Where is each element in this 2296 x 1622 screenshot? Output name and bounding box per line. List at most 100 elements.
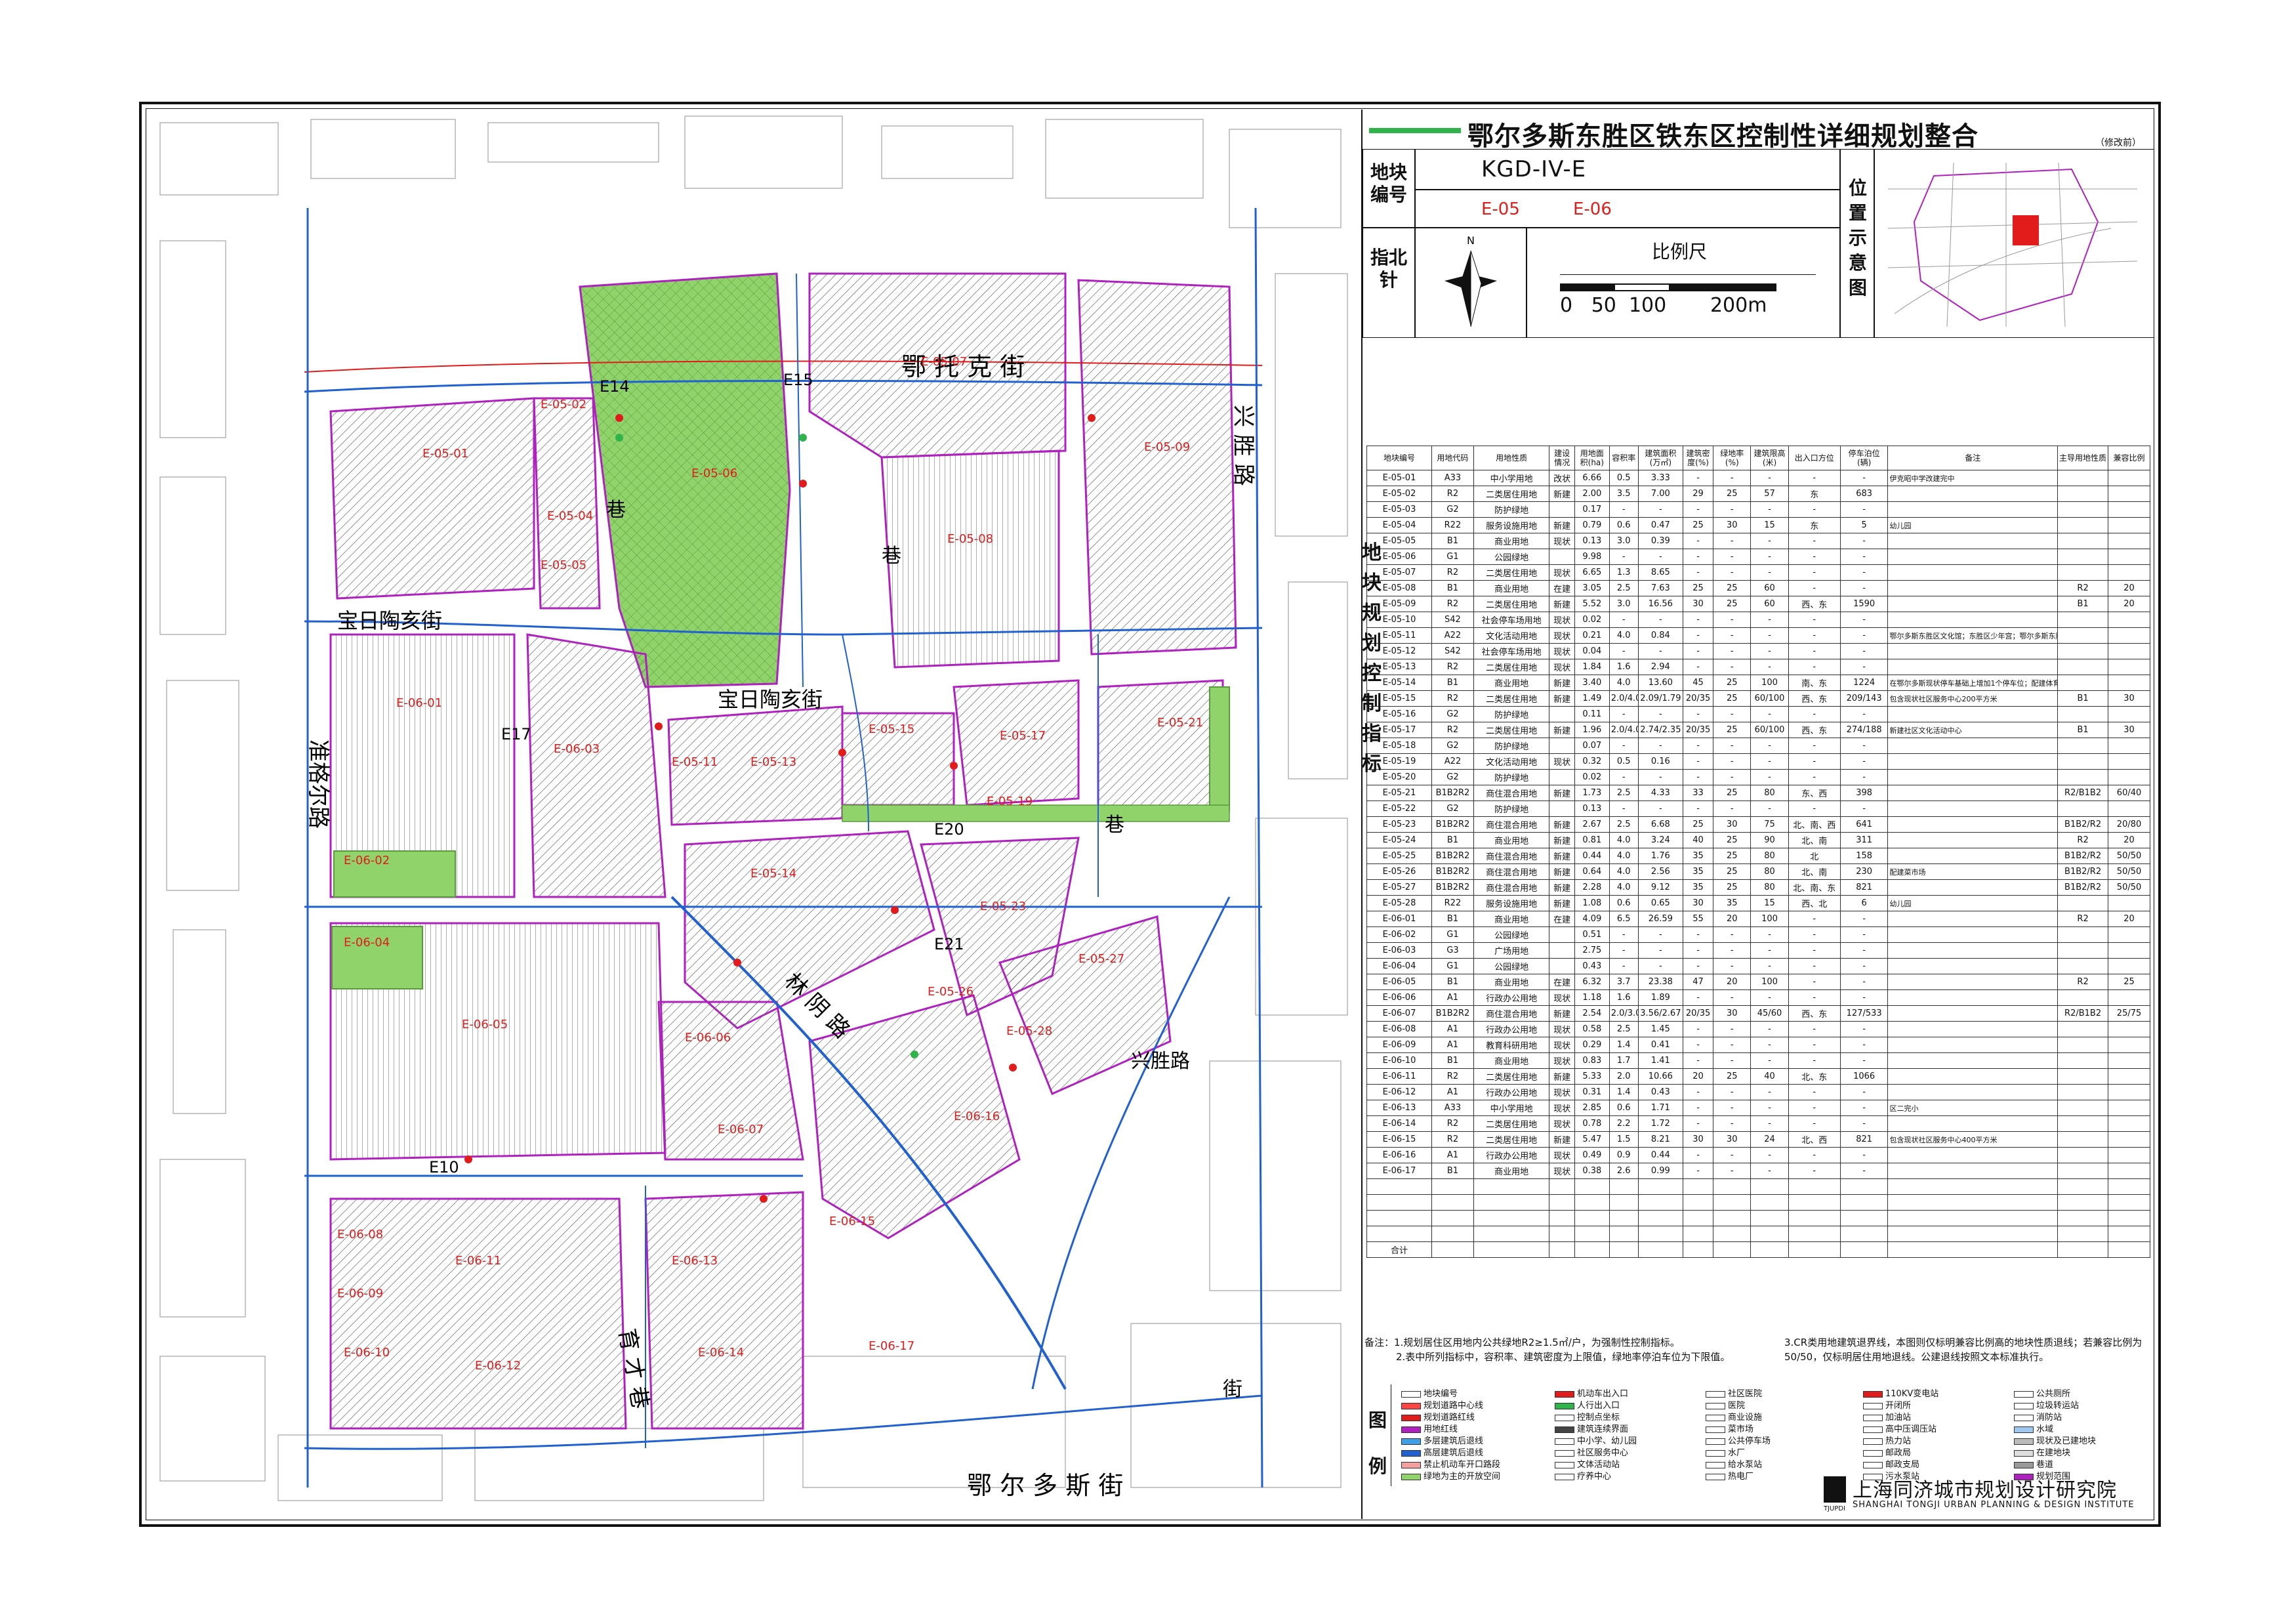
table-cell <box>2108 1084 2150 1100</box>
table-cell <box>1887 564 2059 581</box>
parcel-E-05-09[interactable] <box>1077 279 1237 655</box>
legend-label: 邮政局 <box>1885 1448 1912 1458</box>
legend-item: 商业设施 <box>1706 1412 1762 1423</box>
table-cell: R2 <box>1431 486 1474 502</box>
table-cell: - <box>1682 627 1714 644</box>
table-cell: 西、北 <box>1788 895 1841 911</box>
parcel-E-06-13[interactable] <box>644 1191 804 1430</box>
table-cell: E-05-21 <box>1366 785 1433 801</box>
north-arrow-icon: N <box>1445 234 1497 327</box>
table-cell: E-06-12 <box>1366 1084 1433 1100</box>
table-cell: A22 <box>1431 627 1474 644</box>
table-cell: 东、西 <box>1788 785 1841 801</box>
parcel-E-05-22[interactable] <box>1209 686 1230 812</box>
lane-label: E14 <box>600 377 630 396</box>
legend-label: 文体活动站 <box>1577 1460 1620 1470</box>
table-cell: - <box>1750 753 1789 770</box>
block-label: E-06-05 <box>462 1018 508 1031</box>
plan-code-cell: KGD-IV-E <box>1415 149 1840 190</box>
legend-label: 热力站 <box>1885 1436 1912 1446</box>
parcel-E-05-08[interactable] <box>880 449 1060 669</box>
block-label: E-06-02 <box>344 854 390 867</box>
table-cell: 新建 <box>1549 690 1575 707</box>
road-label: 兴胜路 <box>1131 1050 1190 1073</box>
scale-cell: 比例尺 0 50 100 200m <box>1527 228 1840 338</box>
parcel-E-05-17[interactable] <box>953 679 1080 806</box>
legend-item: 用地红线 <box>1401 1424 1458 1435</box>
table-cell: 4.0 <box>1609 832 1639 848</box>
legend-swatch-icon <box>1401 1390 1421 1398</box>
parcel-E-05-01[interactable] <box>329 397 535 600</box>
table-cell: - <box>1682 738 1714 754</box>
table-cell: S42 <box>1431 643 1474 659</box>
table-row: E-05-17 R2 二类居住用地 新建 1.96 2.0/4.0 2.74/2.35 20/… <box>1366 722 2150 738</box>
table-cell <box>1887 1163 2059 1179</box>
table-cell: 二类居住用地 <box>1473 596 1550 612</box>
table-cell: 30 <box>1713 1005 1752 1022</box>
table-empty-row <box>1366 1178 2150 1195</box>
table-cell: 文化活动用地 <box>1473 627 1550 644</box>
table-cell <box>2108 801 2150 817</box>
legend-swatch-icon <box>1706 1414 1725 1421</box>
table-cell: - <box>1839 738 1889 754</box>
table-cell: - <box>1637 549 1683 565</box>
legend-label: 社区医院 <box>1728 1389 1763 1399</box>
legend-title-text: 图例 <box>1368 1409 1387 1477</box>
table-cell: 新建 <box>1549 596 1575 612</box>
table-cell: 50/50 <box>2108 848 2150 864</box>
table-cell <box>1887 848 2059 864</box>
legend-label: 控制点坐标 <box>1577 1413 1620 1423</box>
table-cell: 30 <box>1682 1131 1714 1148</box>
legend-item: 禁止机动车开口路段 <box>1401 1459 1500 1470</box>
table-cell: 幼儿园 <box>1887 517 2059 533</box>
table-cell: 5.33 <box>1574 1068 1610 1085</box>
table-cell: 2.09/1.79 <box>1637 690 1683 707</box>
table-header-cell: 建设情况 <box>1549 446 1575 470</box>
table-cell: - <box>1788 942 1841 959</box>
table-cell: 25 <box>1682 517 1714 533</box>
scale-label: 比例尺 <box>1652 241 1708 262</box>
table-cell: 80 <box>1750 863 1789 880</box>
planning-map[interactable]: 鄂 托 克 街 宝日陶亥街 宝日陶亥街 兴胜路 鄂 尔 多 斯 街 林 阴 路 … <box>147 110 1361 1519</box>
table-cell: 公园绿地 <box>1473 958 1550 974</box>
table-cell: 5 <box>1839 517 1889 533</box>
table-cell: - <box>1750 470 1789 486</box>
parcel-E-05-21[interactable] <box>1097 679 1224 820</box>
table-cell: G1 <box>1431 958 1474 974</box>
parcel-E-05-02[interactable] <box>533 397 601 610</box>
table-cell: - <box>1750 1084 1789 1100</box>
legend-item: 巷道 <box>2014 1459 2053 1470</box>
table-cell: 新建 <box>1549 1005 1575 1022</box>
table-cell: R2 <box>1431 564 1474 581</box>
table-cell: 改状 <box>1549 470 1575 486</box>
org-logo-icon <box>1824 1476 1846 1503</box>
table-cell: 0.41 <box>1637 1037 1683 1053</box>
block-label: E-06-11 <box>455 1254 501 1268</box>
table-cell: B1B2R2 <box>1431 848 1474 864</box>
table-cell: - <box>1788 1163 1841 1179</box>
table-cell: 西、东 <box>1788 1005 1841 1022</box>
table-cell: 1.45 <box>1637 1021 1683 1037</box>
table-cell: 社会停车场用地 <box>1473 612 1550 628</box>
table-cell: 现状 <box>1549 1163 1575 1179</box>
legend-swatch-icon <box>1706 1390 1725 1398</box>
table-cell: - <box>1713 769 1752 785</box>
table-cell: A33 <box>1431 470 1474 486</box>
parcel-E-05-16[interactable] <box>842 804 1230 822</box>
table-cell: R2/B1B2 <box>2057 785 2109 801</box>
location-map-cell <box>1874 149 2154 338</box>
legend-item: 高中压调压站 <box>1863 1424 1937 1435</box>
table-cell: 现状 <box>1549 753 1575 770</box>
table-row: E-06-04 G1 公园绿地 0.43- - - - - - - <box>1366 958 2150 974</box>
parcel-E-06-03[interactable] <box>526 633 666 898</box>
table-cell: - <box>1682 1115 1714 1132</box>
table-cell: 2.5 <box>1609 816 1639 833</box>
table-cell: - <box>1713 1100 1752 1116</box>
lane-label: 巷 <box>606 499 626 522</box>
legend-item: 水域 <box>2014 1424 2053 1435</box>
table-row: E-05-03 G2 防护绿地 0.17- - - - - - - <box>1366 501 2150 518</box>
table-cell <box>2108 958 2150 974</box>
table-row: E-06-10 B1 商业用地 现状 0.83 1.7 1.41- - - - - <box>1366 1052 2150 1069</box>
table-header-cell: 绿地率(%) <box>1713 446 1752 470</box>
table-cell <box>2057 958 2109 974</box>
